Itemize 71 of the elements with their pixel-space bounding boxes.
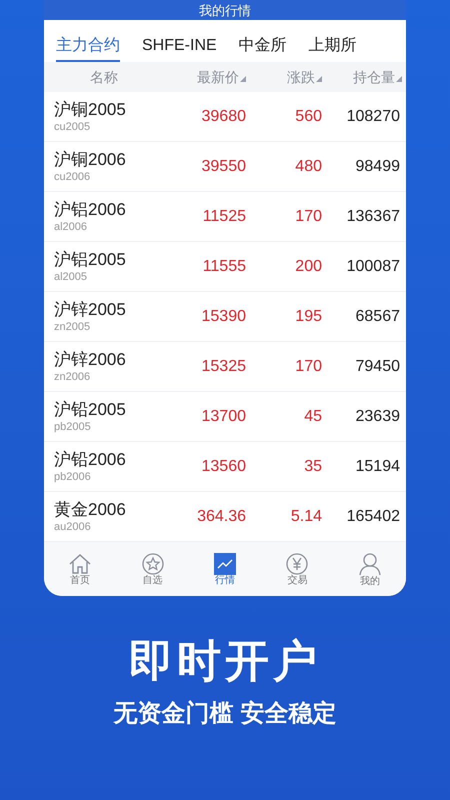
- change-cell-text: 170: [294, 206, 323, 226]
- contract-code: cu2006: [54, 170, 92, 184]
- quote-row[interactable]: 沪铅2005 pb2005 13700 45 23639: [44, 392, 406, 442]
- price-cell-text: 15325: [200, 356, 247, 376]
- quote-row[interactable]: 沪铅2006 pb2006 13560 35 15194: [44, 442, 406, 492]
- change-cell-text: 170: [294, 356, 323, 376]
- quote-row[interactable]: 沪铜2006 cu2006 39550 480 98499: [44, 142, 406, 192]
- sort-icon: [316, 76, 322, 82]
- market-tab[interactable]: 中金所: [238, 38, 287, 62]
- contract-name: 沪铝2006: [54, 199, 127, 220]
- open-interest-cell-text: 100087: [346, 256, 401, 276]
- nav-tab[interactable]: 我的: [344, 552, 395, 586]
- change-cell-text: 35: [303, 456, 323, 476]
- change-cell-text: 560: [294, 106, 323, 126]
- sort-icon: [396, 76, 402, 82]
- contract-name: 沪铜2006: [54, 149, 127, 170]
- price-cell-text: 364.36: [196, 506, 247, 526]
- open-interest-cell-text: 108270: [346, 106, 401, 126]
- yen-icon: [286, 552, 308, 574]
- promo-tagline: 无资金门槛 安全稳定: [114, 702, 336, 726]
- open-interest-cell-text: 98499: [354, 156, 401, 176]
- contract-name: 沪锌2005: [54, 299, 127, 320]
- contract-code: au2006: [54, 520, 92, 534]
- contract-code: al2005: [54, 270, 88, 284]
- nav-tab[interactable]: 交易: [272, 552, 322, 586]
- quote-row[interactable]: 沪铝2005 al2005 11555 200 100087: [44, 242, 406, 292]
- price-cell-text: 13700: [200, 406, 247, 426]
- contract-name: 沪锌2006: [54, 349, 127, 370]
- quote-row[interactable]: 沪锌2006 zn2006 15325 170 79450: [44, 342, 406, 392]
- contract-name: 沪铝2005: [54, 249, 127, 270]
- header-title: 我的行情: [199, 4, 251, 16]
- quote-row[interactable]: 沪锌2005 zn2005 15390 195 68567: [44, 292, 406, 342]
- price-cell-text: 39550: [200, 156, 247, 176]
- contract-name: 沪铜2005: [54, 99, 127, 120]
- open-interest-cell-text: 165402: [346, 506, 401, 526]
- price-cell-text: 11555: [202, 256, 247, 276]
- price-cell-text: 39680: [200, 106, 247, 126]
- change-cell-text: 195: [294, 306, 323, 326]
- promo-headline: 即时开户: [128, 640, 321, 684]
- open-interest-cell-text: 15194: [354, 456, 401, 476]
- contract-name: 黄金2006: [54, 499, 127, 520]
- change-cell-text: 480: [294, 156, 323, 176]
- contract-code: zn2005: [54, 320, 92, 334]
- nav-tab[interactable]: 首页: [55, 552, 106, 586]
- contract-code: cu2005: [54, 120, 92, 134]
- price-cell-text: 15390: [200, 306, 247, 326]
- change-cell-text: 5.14: [290, 506, 323, 526]
- contract-code: zn2006: [54, 370, 92, 384]
- market-tab[interactable]: SHFE-INE: [142, 38, 217, 62]
- person-icon: [358, 552, 381, 576]
- change-cell-text: 45: [303, 406, 323, 426]
- contract-name: 沪铅2005: [54, 399, 127, 420]
- contract-code: al2006: [54, 220, 88, 234]
- change-cell-text: 200: [294, 256, 323, 276]
- market-tab[interactable]: 上期所: [308, 38, 357, 62]
- home-icon: [68, 552, 92, 574]
- contract-code: pb2006: [54, 470, 92, 484]
- contract-name: 沪铅2006: [54, 449, 127, 470]
- sort-icon: [240, 76, 246, 82]
- open-interest-cell-text: 79450: [354, 356, 401, 376]
- open-interest-cell-text: 23639: [354, 406, 401, 426]
- open-interest-cell-text: 68567: [354, 306, 401, 326]
- contract-code: pb2005: [54, 420, 92, 434]
- nav-tab[interactable]: 自选: [128, 552, 178, 586]
- quote-row[interactable]: 沪铜2005 cu2005 39680 560 108270: [44, 92, 406, 142]
- quote-row[interactable]: 沪铝2006 al2006 11525 170 136367: [44, 192, 406, 242]
- nav-tab[interactable]: 行情: [200, 552, 250, 586]
- open-interest-cell-text: 136367: [346, 206, 401, 226]
- price-cell-text: 13560: [200, 456, 247, 476]
- price-cell-text: 11525: [202, 206, 247, 226]
- chart-icon: [214, 552, 236, 574]
